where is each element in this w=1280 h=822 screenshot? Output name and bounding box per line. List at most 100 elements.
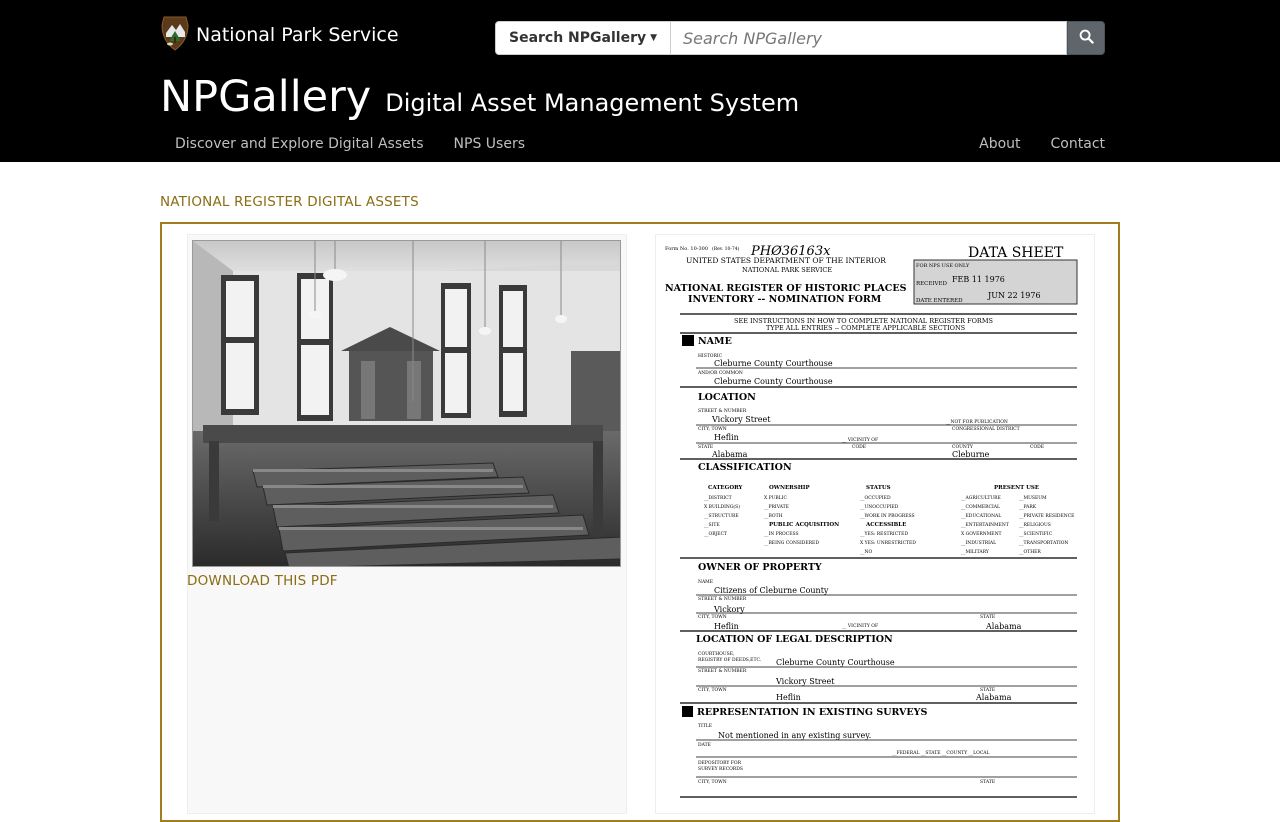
site-title-main[interactable]: NPGallery bbox=[160, 72, 371, 122]
doc-entered-label: DATE ENTERED bbox=[916, 298, 963, 304]
doc-vicinity: __ VICINITY OF bbox=[842, 437, 878, 443]
doc-use-item: __PRIVATE RESIDENCE bbox=[1019, 513, 1074, 519]
doc-use-item: __COMMERCIAL bbox=[961, 504, 1000, 510]
doc-state-label: STATE bbox=[698, 444, 713, 450]
site-title: NPGallery Digital Asset Management Syste… bbox=[160, 72, 799, 122]
doc-received-label: RECEIVED bbox=[916, 281, 948, 287]
doc-pa-header: PUBLIC ACQUISITION bbox=[769, 522, 839, 528]
doc-historic-value: Cleburne County Courthouse bbox=[714, 359, 833, 368]
doc-name-label: NAME bbox=[698, 579, 713, 585]
nav-discover[interactable]: Discover and Explore Digital Assets bbox=[160, 128, 439, 160]
doc-s3: CLASSIFICATION bbox=[698, 462, 792, 473]
caret-down-icon: ▼ bbox=[650, 33, 658, 43]
doc-acc-header: ACCESSIBLE bbox=[865, 522, 906, 528]
search-button[interactable] bbox=[1067, 21, 1105, 55]
doc-use-item: __TRANSPORTATION bbox=[1019, 540, 1068, 546]
doc-title-2: INVENTORY -- NOMINATION FORM bbox=[688, 294, 882, 305]
doc-legal-street-label: STREET & NUMBER bbox=[698, 668, 747, 674]
doc-use-item: __RELIGIOUS bbox=[1019, 522, 1051, 528]
doc-code-label: CODE bbox=[852, 444, 866, 450]
doc-use-item: __ENTERTAINMENT bbox=[961, 522, 1009, 528]
doc-received-date: FEB 11 1976 bbox=[952, 275, 1005, 284]
doc-survey-title: Not mentioned in any existing survey. bbox=[718, 731, 871, 740]
search-input[interactable] bbox=[671, 21, 1067, 55]
doc-state-value: Alabama bbox=[711, 450, 748, 459]
doc-cong-label: CONGRESSIONAL DISTRICT bbox=[952, 426, 1020, 432]
nomination-form-document[interactable]: Form No. 10-300 (Rev. 10-74) PHØ36163x D… bbox=[655, 234, 1095, 814]
brand-name: National Park Service bbox=[196, 24, 399, 46]
doc-own-item: __PRIVATE bbox=[764, 504, 789, 510]
doc-entered-date: JUN 22 1976 bbox=[987, 291, 1041, 300]
doc-courthouse-label-2: REGISTRY OF DEEDS,ETC. bbox=[698, 657, 762, 663]
doc-data-sheet: DATA SHEET bbox=[968, 245, 1064, 261]
doc-use-item: __MILITARY bbox=[961, 549, 990, 555]
nps-arrowhead-logo-icon bbox=[160, 15, 190, 55]
doc-use-header: PRESENT USE bbox=[994, 485, 1039, 491]
doc-acc-item: __YES: RESTRICTED bbox=[860, 531, 908, 537]
doc-legal-state: Alabama bbox=[975, 693, 1012, 702]
doc-owner-state: Alabama bbox=[985, 622, 1022, 631]
doc-use-item: __INDUSTRIAL bbox=[961, 540, 996, 546]
doc-cat-item: __OBJECT bbox=[704, 531, 727, 537]
doc-street-label: STREET & NUMBER bbox=[698, 408, 747, 414]
nav-about[interactable]: About bbox=[964, 128, 1035, 160]
doc-street-value: Vickory Street bbox=[711, 415, 771, 424]
doc-cat-item: __DISTRICT bbox=[704, 495, 732, 501]
doc-cat-header: CATEGORY bbox=[708, 485, 743, 491]
doc-city-value: Heflin bbox=[714, 433, 739, 442]
doc-s6: REPRESENTATION IN EXISTING SURVEYS bbox=[697, 707, 927, 718]
doc-instructions-2: TYPE ALL ENTRIES -- COMPLETE APPLICABLE … bbox=[766, 324, 965, 332]
doc-legal-city-label: CITY, TOWN bbox=[698, 687, 727, 693]
doc-owner-vicinity: __ VICINITY OF bbox=[842, 623, 878, 629]
doc-nps-use: FOR NPS USE ONLY bbox=[916, 263, 970, 269]
nav-contact[interactable]: Contact bbox=[1036, 128, 1120, 160]
doc-title-label: TITLE bbox=[698, 723, 712, 729]
doc-depository-2: SURVEY RECORDS bbox=[698, 766, 743, 772]
doc-acc-item: __NO bbox=[860, 549, 872, 555]
doc-pa-item: __BEING CONSIDERED bbox=[764, 540, 819, 546]
search-icon bbox=[1079, 29, 1094, 48]
doc-legal-city: Heflin bbox=[776, 693, 801, 702]
courtroom-photo[interactable] bbox=[192, 240, 621, 567]
doc-use-item: X GOVERNMENT bbox=[961, 531, 1002, 537]
doc-s4: OWNER OF PROPERTY bbox=[698, 562, 822, 573]
doc-county-value: Cleburne bbox=[952, 450, 990, 459]
site-title-sub: Digital Asset Management System bbox=[385, 89, 800, 117]
doc-survey-levels: __FEDERAL __STATE __COUNTY __LOCAL bbox=[892, 750, 990, 756]
doc-courthouse-value: Cleburne County Courthouse bbox=[776, 658, 895, 667]
doc-s1: NAME bbox=[698, 336, 732, 347]
section-title: NATIONAL REGISTER DIGITAL ASSETS bbox=[160, 194, 419, 210]
secondary-nav: About Contact bbox=[964, 128, 1120, 160]
doc-dept: UNITED STATES DEPARTMENT OF THE INTERIOR bbox=[686, 256, 886, 265]
doc-not-pub: __NOT FOR PUBLICATION bbox=[946, 419, 1008, 425]
search-bar: Search NPGallery ▼ bbox=[495, 21, 1105, 55]
doc-cat-item: __SITE bbox=[704, 522, 720, 528]
doc-owner-city-label: CITY, TOWN bbox=[698, 614, 727, 620]
doc-dep-state-label: STATE bbox=[980, 779, 995, 785]
doc-common-label: AND/OR COMMON bbox=[697, 370, 743, 376]
nav-nps-users[interactable]: NPS Users bbox=[439, 128, 540, 160]
main-nav: Discover and Explore Digital Assets NPS … bbox=[160, 128, 540, 160]
doc-s2: LOCATION bbox=[698, 392, 756, 403]
doc-use-item: __AGRICULTURE bbox=[961, 495, 1001, 501]
doc-acc-item: X YES: UNRESTRICTED bbox=[860, 540, 916, 546]
doc-owner-city: Heflin bbox=[714, 622, 739, 631]
doc-own-item: __BOTH bbox=[764, 513, 783, 519]
doc-use-item: __MUSEUM bbox=[1019, 495, 1047, 501]
doc-service: NATIONAL PARK SERVICE bbox=[742, 266, 832, 274]
doc-cat-item: __STRUCTURE bbox=[704, 513, 739, 519]
doc-common-value: Cleburne County Courthouse bbox=[714, 377, 833, 386]
doc-own-item: X PUBLIC bbox=[764, 495, 787, 501]
search-scope-dropdown[interactable]: Search NPGallery ▼ bbox=[495, 21, 671, 55]
doc-city-label: CITY, TOWN bbox=[698, 426, 727, 432]
doc-s5: LOCATION OF LEGAL DESCRIPTION bbox=[696, 634, 893, 645]
doc-owner-name: Citizens of Cleburne County bbox=[714, 586, 829, 595]
doc-use-item: __PARK bbox=[1019, 504, 1037, 510]
doc-status-header: STATUS bbox=[866, 485, 891, 491]
search-scope-label: Search NPGallery bbox=[508, 30, 647, 46]
doc-legal-street: Vickory Street bbox=[775, 677, 835, 686]
download-pdf-link[interactable]: DOWNLOAD THIS PDF bbox=[187, 573, 338, 589]
doc-pa-item: __IN PROCESS bbox=[764, 531, 799, 537]
brand-link[interactable]: National Park Service bbox=[160, 15, 399, 55]
doc-form-rev: (Rev. 10-74) bbox=[712, 245, 740, 252]
